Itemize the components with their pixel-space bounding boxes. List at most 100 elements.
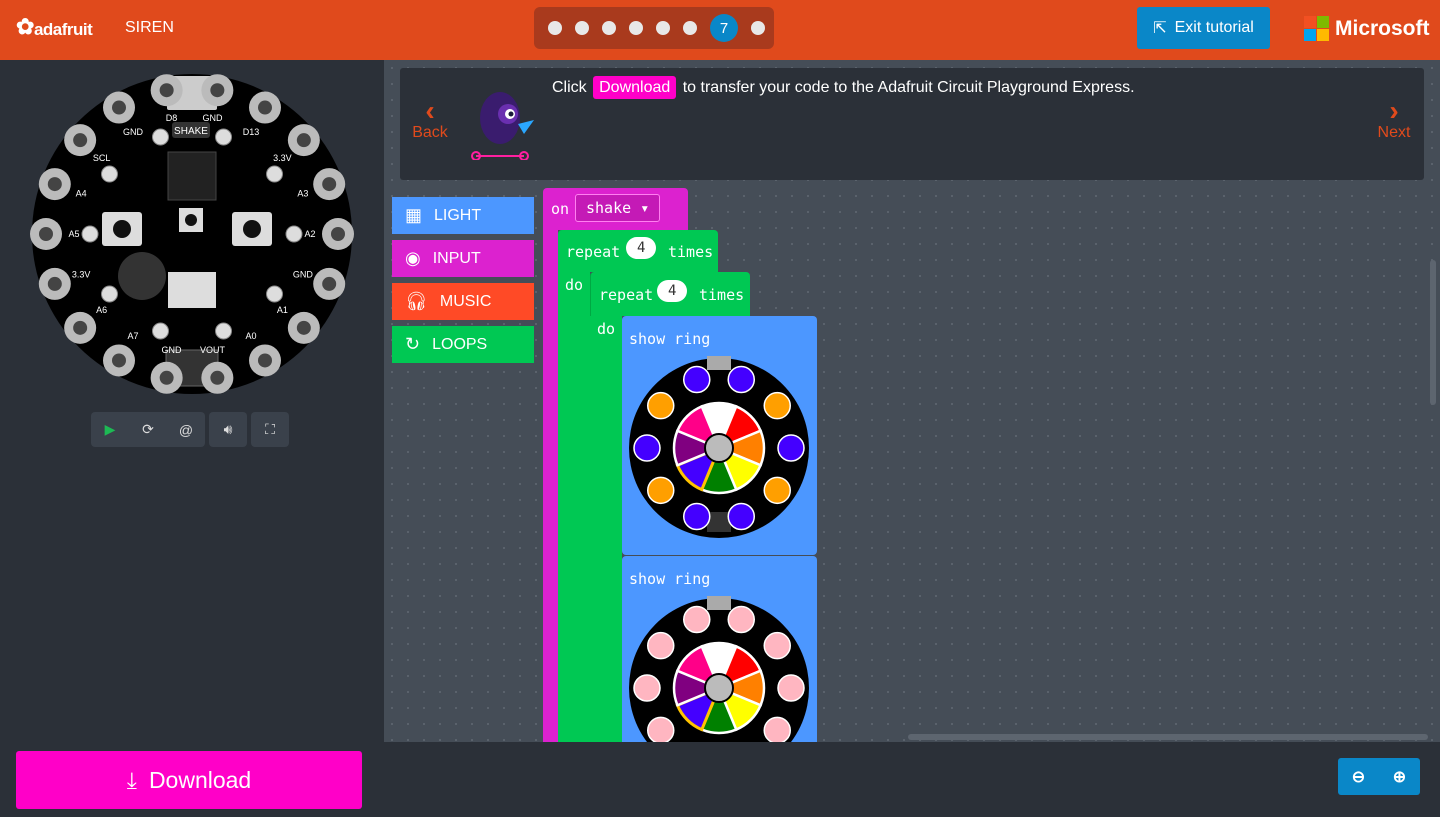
pin-label: A1 <box>277 305 288 315</box>
ring-led[interactable] <box>647 716 675 742</box>
ring-led[interactable] <box>633 674 661 702</box>
step-dot[interactable] <box>656 21 670 35</box>
ring-editor[interactable] <box>629 356 809 538</box>
horizontal-scrollbar[interactable] <box>908 734 1428 740</box>
clear-color-button[interactable] <box>704 673 734 703</box>
clear-color-button[interactable] <box>704 433 734 463</box>
back-button[interactable]: ‹ Back <box>400 95 460 142</box>
show-ring-block[interactable]: show ring <box>622 556 817 742</box>
caret-down-icon: ▾ <box>640 199 650 217</box>
slow-motion-icon: @ <box>178 421 194 438</box>
ring-led[interactable] <box>683 365 711 394</box>
pin-label: GND <box>162 345 183 355</box>
neopixel-led <box>151 128 169 146</box>
download-button[interactable]: ⤓ Download <box>16 751 362 809</box>
toolbox-light[interactable]: ▦ LIGHT <box>392 197 534 234</box>
show-ring-block[interactable]: show ring <box>622 316 817 555</box>
pin-label: D13 <box>243 127 260 137</box>
tutorial-steps: 7 <box>534 7 774 49</box>
times-label: times <box>668 243 714 261</box>
event-value: shake <box>586 199 632 217</box>
step-dot[interactable] <box>683 21 697 35</box>
pin-label: A2 <box>304 229 315 239</box>
blocks-workspace[interactable]: ‹ Back Click Download to transfer your co… <box>384 60 1440 742</box>
ring-led[interactable] <box>647 391 675 420</box>
slow-motion-button[interactable]: @ <box>167 412 205 447</box>
target-icon: ◉ <box>405 248 421 268</box>
ring-led[interactable] <box>763 391 791 420</box>
sound-button[interactable]: 🔊︎ <box>209 412 247 447</box>
pin-label: A3 <box>297 189 308 199</box>
toolbox-input[interactable]: ◉ INPUT <box>392 240 534 277</box>
toolbox-music[interactable]: 🎧︎ MUSIC <box>392 283 534 320</box>
ring-led[interactable] <box>763 631 791 660</box>
vertical-scrollbar[interactable] <box>1430 260 1436 405</box>
ring-led[interactable] <box>633 434 661 462</box>
on-shake-body <box>543 230 558 742</box>
repeat-count-input[interactable]: 4 <box>657 280 688 302</box>
play-button[interactable]: ▶ <box>91 412 129 447</box>
toolbox-loops[interactable]: ↻ LOOPS <box>392 326 534 363</box>
repeat-inner-body: do <box>590 316 622 742</box>
step-dot[interactable] <box>575 21 589 35</box>
repeat-label: repeat <box>566 243 621 261</box>
ring-led[interactable] <box>763 476 791 505</box>
message-text: Click <box>552 79 587 96</box>
chevron-left-icon: ‹ <box>425 95 435 126</box>
event-dropdown[interactable]: shake ▾ <box>575 194 661 222</box>
do-label: do <box>597 320 616 338</box>
refresh-icon: ↻ <box>405 334 421 354</box>
ring-editor[interactable] <box>629 596 809 742</box>
pin-label: GND <box>293 269 314 279</box>
zoom-in-icon[interactable]: ⊕ <box>1393 767 1406 787</box>
show-ring-label: show ring <box>629 330 711 348</box>
ring-led[interactable] <box>647 631 675 660</box>
exit-tutorial-button[interactable]: ⇱ Exit tutorial <box>1137 7 1270 49</box>
next-button[interactable]: › Next <box>1364 95 1424 142</box>
ring-led[interactable] <box>727 365 755 394</box>
neopixel-led <box>266 285 284 303</box>
step-dot[interactable] <box>629 21 643 35</box>
pin-label: SCL <box>93 153 111 163</box>
neopixel-led <box>285 225 303 243</box>
step-dot[interactable] <box>751 21 765 35</box>
pin-label: GND <box>202 113 223 123</box>
category-label: LOOPS <box>432 335 488 353</box>
restart-icon: ⟳ <box>142 421 154 437</box>
repeat-block-outer[interactable]: repeat 4 times <box>558 230 718 272</box>
step-dot[interactable] <box>548 21 562 35</box>
ring-led[interactable] <box>683 605 711 634</box>
microsoft-logo[interactable]: Microsoft <box>1304 16 1430 41</box>
repeat-count-input[interactable]: 4 <box>626 237 657 259</box>
download-highlight: Download <box>593 76 677 99</box>
category-label: LIGHT <box>434 206 482 224</box>
ring-led[interactable] <box>683 502 711 531</box>
ring-led[interactable] <box>777 434 805 462</box>
bottom-bar: ⤓ Download ⊖ ⊕ <box>0 742 1440 817</box>
pin-label: 3.3V <box>273 153 292 163</box>
neopixel-led <box>215 128 233 146</box>
zoom-out-icon[interactable]: ⊖ <box>1352 767 1365 787</box>
repeat-block-inner[interactable]: repeat 4 times <box>590 272 750 316</box>
category-label: MUSIC <box>439 292 492 310</box>
message-text: to transfer your code to the Adafruit Ci… <box>682 79 1135 96</box>
step-dot[interactable] <box>602 21 616 35</box>
pin-label: GND <box>123 127 144 137</box>
step-current[interactable]: 7 <box>710 14 738 42</box>
simulator-panel: SHAKE GND D13 3.3V A3 A2 GND A1 A0 VOUT GND A7 A6 3.… <box>0 60 384 742</box>
chevron-right-icon: › <box>1389 95 1399 126</box>
adafruit-logo[interactable]: ✿ adafruit <box>16 14 93 40</box>
ring-led[interactable] <box>727 502 755 531</box>
tutorial-mascot <box>471 92 534 160</box>
ring-led[interactable] <box>647 476 675 505</box>
restart-button[interactable]: ⟳ <box>129 412 167 447</box>
ring-led[interactable] <box>777 674 805 702</box>
ring-led[interactable] <box>763 716 791 742</box>
neopixel-led <box>100 165 118 183</box>
ring-led[interactable] <box>727 605 755 634</box>
exit-label: Exit tutorial <box>1174 19 1254 36</box>
circuit-playground-board[interactable]: SHAKE GND D13 3.3V A3 A2 GND A1 A0 VOUT GND A7 A6 3.… <box>30 72 354 396</box>
on-shake-block[interactable]: on shake ▾ <box>543 188 688 230</box>
fullscreen-button[interactable]: ⛶ <box>251 412 289 447</box>
pin-label: D8 <box>166 113 178 123</box>
